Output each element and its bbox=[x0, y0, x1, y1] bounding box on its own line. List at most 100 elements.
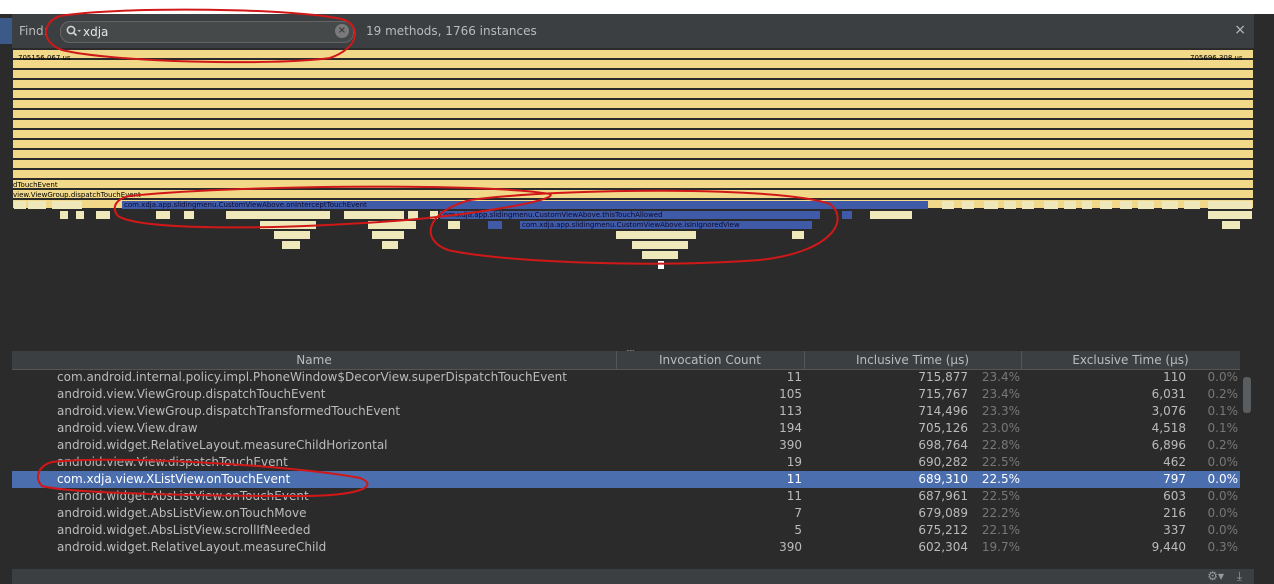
timeline-call-bar bbox=[408, 211, 418, 219]
timeline-call-bar bbox=[1064, 201, 1076, 209]
scrollbar-thumb[interactable] bbox=[1243, 377, 1251, 413]
inclusive-time: 687,961 bbox=[918, 489, 968, 503]
table-row[interactable]: android.view.View.draw 194 705,126 23.0% 4,5… bbox=[12, 420, 1240, 437]
column-header-invocation-count[interactable]: Invocation Count bbox=[616, 353, 804, 367]
timeline-thread-lane bbox=[13, 180, 1253, 188]
timeline-thread-lane bbox=[13, 80, 1253, 88]
vertical-scrollbar[interactable] bbox=[1241, 369, 1253, 569]
gutter-marker bbox=[0, 18, 12, 44]
table-row[interactable]: android.view.ViewGroup.dispatchTouchEven… bbox=[12, 386, 1240, 403]
timeline-call-bar bbox=[1082, 201, 1092, 209]
timeline-call-bar bbox=[984, 201, 998, 209]
search-icon[interactable] bbox=[66, 25, 82, 39]
exclusive-percent: 0.0% bbox=[1207, 489, 1239, 503]
exclusive-percent: 0.2% bbox=[1207, 387, 1239, 401]
inclusive-percent: 23.3% bbox=[981, 404, 1020, 418]
exclusive-percent: 0.0% bbox=[1207, 506, 1239, 520]
timeline-panel[interactable]: 705156.067 us 705696.308 us dTouchEvent … bbox=[12, 48, 1254, 348]
inclusive-time: 715,877 bbox=[918, 370, 968, 384]
timeline-call-bar bbox=[616, 231, 696, 239]
gear-icon[interactable]: ⚙▾ bbox=[1207, 569, 1224, 583]
timeline-label-dispatch: dTouchEvent bbox=[13, 181, 58, 189]
inclusive-time: 715,767 bbox=[918, 387, 968, 401]
timeline-thread-lane bbox=[13, 170, 1253, 178]
invocation-count: 105 bbox=[779, 387, 802, 401]
search-input[interactable] bbox=[83, 23, 323, 40]
exclusive-percent: 0.2% bbox=[1207, 438, 1239, 452]
table-row[interactable]: android.widget.RelativeLayout.measureChi… bbox=[12, 437, 1240, 454]
timeline-call-bar bbox=[96, 211, 110, 219]
timeline-call-bar bbox=[382, 241, 398, 249]
exclusive-percent: 0.1% bbox=[1207, 421, 1239, 435]
table-row[interactable]: android.widget.RelativeLayout.measureChi… bbox=[12, 539, 1240, 556]
window-top-strip bbox=[0, 0, 1274, 14]
timeline-call-bar bbox=[344, 211, 404, 219]
timeline-thread-lane bbox=[13, 160, 1253, 168]
inclusive-percent: 22.8% bbox=[981, 438, 1020, 452]
status-bar: ⚙▾ ⤓ bbox=[12, 569, 1254, 584]
exclusive-time: 4,518 bbox=[1151, 421, 1186, 435]
table-row[interactable]: com.xdja.view.XListView.onTouchEvent 11 68… bbox=[12, 471, 1240, 488]
timeline-call-bar bbox=[260, 221, 316, 229]
timeline-call-bar bbox=[60, 211, 68, 219]
clear-search-icon[interactable]: × bbox=[335, 24, 349, 38]
method-name: android.widget.AbsListView.onTouchMove bbox=[57, 506, 307, 520]
download-icon[interactable]: ⤓ bbox=[1237, 569, 1242, 584]
exclusive-time: 603 bbox=[1163, 489, 1186, 503]
inclusive-time: 698,764 bbox=[918, 438, 968, 452]
inclusive-time: 602,304 bbox=[918, 540, 968, 554]
invocation-count: 11 bbox=[786, 370, 802, 384]
timeline-label-touch-allowed: com.xdja.app.slidingmenu.CustomViewAbove… bbox=[440, 211, 663, 219]
timeline-call-bar bbox=[14, 201, 26, 209]
method-name: android.widget.RelativeLayout.measureChi… bbox=[57, 540, 327, 554]
timeline-call-bar bbox=[792, 231, 804, 239]
column-header-name[interactable]: Name bbox=[12, 353, 616, 367]
table-row[interactable]: android.widget.AbsListView.onTouchMove 7 6… bbox=[12, 505, 1240, 522]
inclusive-time: 714,496 bbox=[918, 404, 968, 418]
exclusive-time: 6,031 bbox=[1151, 387, 1186, 401]
panel-splitter[interactable]: ..... bbox=[12, 343, 1254, 353]
timeline-thread-lane bbox=[13, 90, 1253, 98]
table-row[interactable]: com.android.internal.policy.impl.PhoneWi… bbox=[12, 369, 1240, 386]
method-name: android.view.View.dispatchTouchEvent bbox=[57, 455, 288, 469]
timeline-highlight-bar bbox=[488, 221, 502, 229]
method-name: android.widget.AbsListView.scrollIfNeede… bbox=[57, 523, 311, 537]
timeline-call-bar bbox=[28, 201, 46, 209]
timeline-call-bar bbox=[1184, 201, 1200, 209]
timeline-call-bar bbox=[1208, 201, 1252, 209]
timeline-thread-lane bbox=[13, 190, 1253, 198]
inclusive-time: 690,282 bbox=[918, 455, 968, 469]
search-result-count: 19 methods, 1766 instances bbox=[366, 24, 537, 38]
timeline-call-bar bbox=[372, 231, 404, 239]
timeline-call-bar bbox=[1044, 201, 1058, 209]
method-name: android.view.ViewGroup.dispatchTransform… bbox=[57, 404, 401, 418]
table-row[interactable]: android.view.ViewGroup.dispatchTransform… bbox=[12, 403, 1240, 420]
timeline-call-bar bbox=[942, 201, 954, 209]
timeline-thread-lane bbox=[13, 50, 1253, 58]
timeline-start-time: 705156.067 us bbox=[18, 54, 71, 62]
inclusive-percent: 22.5% bbox=[981, 455, 1020, 469]
table-row[interactable]: android.view.View.dispatchTouchEvent 19 69… bbox=[12, 454, 1240, 471]
exclusive-percent: 0.3% bbox=[1207, 540, 1239, 554]
method-name: android.view.View.draw bbox=[57, 421, 198, 435]
method-table: Name Invocation Count Inclusive Time (µs… bbox=[12, 351, 1254, 569]
exclusive-time: 110 bbox=[1163, 370, 1186, 384]
column-header-inclusive-time[interactable]: Inclusive Time (µs) bbox=[804, 353, 1021, 367]
find-label: Find: bbox=[19, 24, 48, 38]
method-name: com.xdja.view.XListView.onTouchEvent bbox=[57, 472, 291, 486]
timeline-end-time: 705696.308 us bbox=[1190, 54, 1243, 62]
table-row[interactable]: android.widget.AbsListView.scrollIfNeede… bbox=[12, 522, 1240, 539]
search-box[interactable]: × bbox=[60, 21, 354, 43]
inclusive-time: 689,310 bbox=[918, 472, 968, 486]
timeline-thread-lane bbox=[13, 100, 1253, 108]
timeline-label-intercept: com.xdja.app.slidingmenu.CustomViewAbove… bbox=[124, 201, 367, 209]
timeline-canvas[interactable] bbox=[12, 48, 1254, 348]
column-header-exclusive-time[interactable]: Exclusive Time (µs) bbox=[1021, 353, 1240, 367]
timeline-thread-lane bbox=[13, 120, 1253, 128]
invocation-count: 11 bbox=[786, 472, 802, 486]
timeline-call-bar bbox=[156, 211, 170, 219]
timeline-call-bar bbox=[76, 211, 84, 219]
table-row[interactable]: android.widget.AbsListView.onTouchEvent 1… bbox=[12, 488, 1240, 505]
close-icon[interactable]: × bbox=[1234, 22, 1246, 38]
find-bar: Find: × 19 methods, 1766 instances × bbox=[12, 14, 1254, 49]
